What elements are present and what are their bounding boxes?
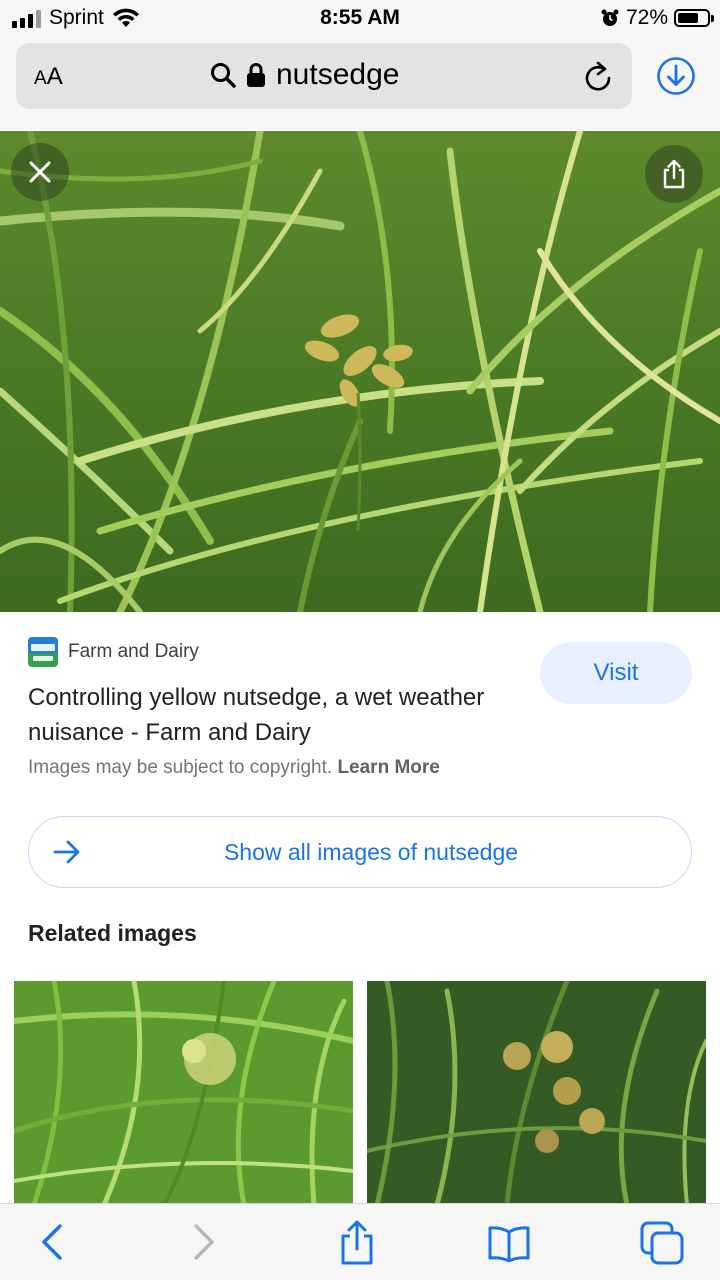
show-all-label: Show all images of nutsedge bbox=[223, 839, 519, 865]
url-display[interactable]: nutsedge bbox=[210, 58, 399, 92]
download-icon[interactable] bbox=[656, 56, 696, 96]
forward-icon[interactable] bbox=[190, 1222, 218, 1262]
lock-icon bbox=[247, 63, 265, 87]
address-bar[interactable]: AA nutsedge bbox=[16, 43, 632, 109]
related-image-1-photo bbox=[14, 981, 353, 1205]
battery-level bbox=[678, 13, 699, 23]
address-bar-area: AA nutsedge bbox=[0, 38, 720, 130]
share-icon[interactable] bbox=[338, 1220, 376, 1266]
reader-options-button[interactable]: AA bbox=[34, 63, 63, 91]
visit-button[interactable]: Visit bbox=[540, 642, 692, 704]
share-image-button[interactable] bbox=[645, 145, 703, 203]
bookmarks-icon[interactable] bbox=[487, 1224, 531, 1262]
tabs-icon[interactable] bbox=[640, 1221, 684, 1265]
alarm-icon bbox=[601, 9, 619, 26]
related-image-2-photo bbox=[367, 981, 706, 1205]
result-title[interactable]: Controlling yellow nutsedge, a wet weath… bbox=[28, 680, 528, 750]
show-all-images-button[interactable]: Show all images of nutsedge bbox=[28, 816, 692, 888]
bottom-toolbar bbox=[0, 1203, 720, 1280]
source-favicon bbox=[28, 637, 58, 667]
preview-image[interactable] bbox=[0, 131, 720, 612]
status-bar: Sprint 8:55 AM 72% bbox=[0, 0, 720, 38]
related-image-2[interactable] bbox=[367, 981, 706, 1205]
battery-percent: 72% bbox=[625, 6, 668, 29]
battery-icon bbox=[674, 9, 714, 27]
status-right: 72% bbox=[600, 6, 714, 30]
source-row[interactable]: Farm and Dairy bbox=[28, 637, 199, 667]
learn-more-link[interactable]: Learn More bbox=[337, 757, 439, 778]
url-text: nutsedge bbox=[276, 58, 400, 91]
reload-icon[interactable] bbox=[582, 61, 614, 95]
search-icon bbox=[211, 63, 236, 88]
source-name: Farm and Dairy bbox=[68, 641, 199, 662]
copyright-notice: Images may be subject to copyright. Lear… bbox=[28, 757, 440, 778]
close-button[interactable] bbox=[11, 143, 69, 201]
close-icon bbox=[29, 161, 51, 183]
related-image-1[interactable] bbox=[14, 981, 353, 1205]
share-icon bbox=[663, 159, 685, 189]
nutsedge-photo bbox=[0, 131, 720, 612]
back-icon[interactable] bbox=[38, 1222, 66, 1262]
related-images-heading: Related images bbox=[28, 920, 197, 946]
